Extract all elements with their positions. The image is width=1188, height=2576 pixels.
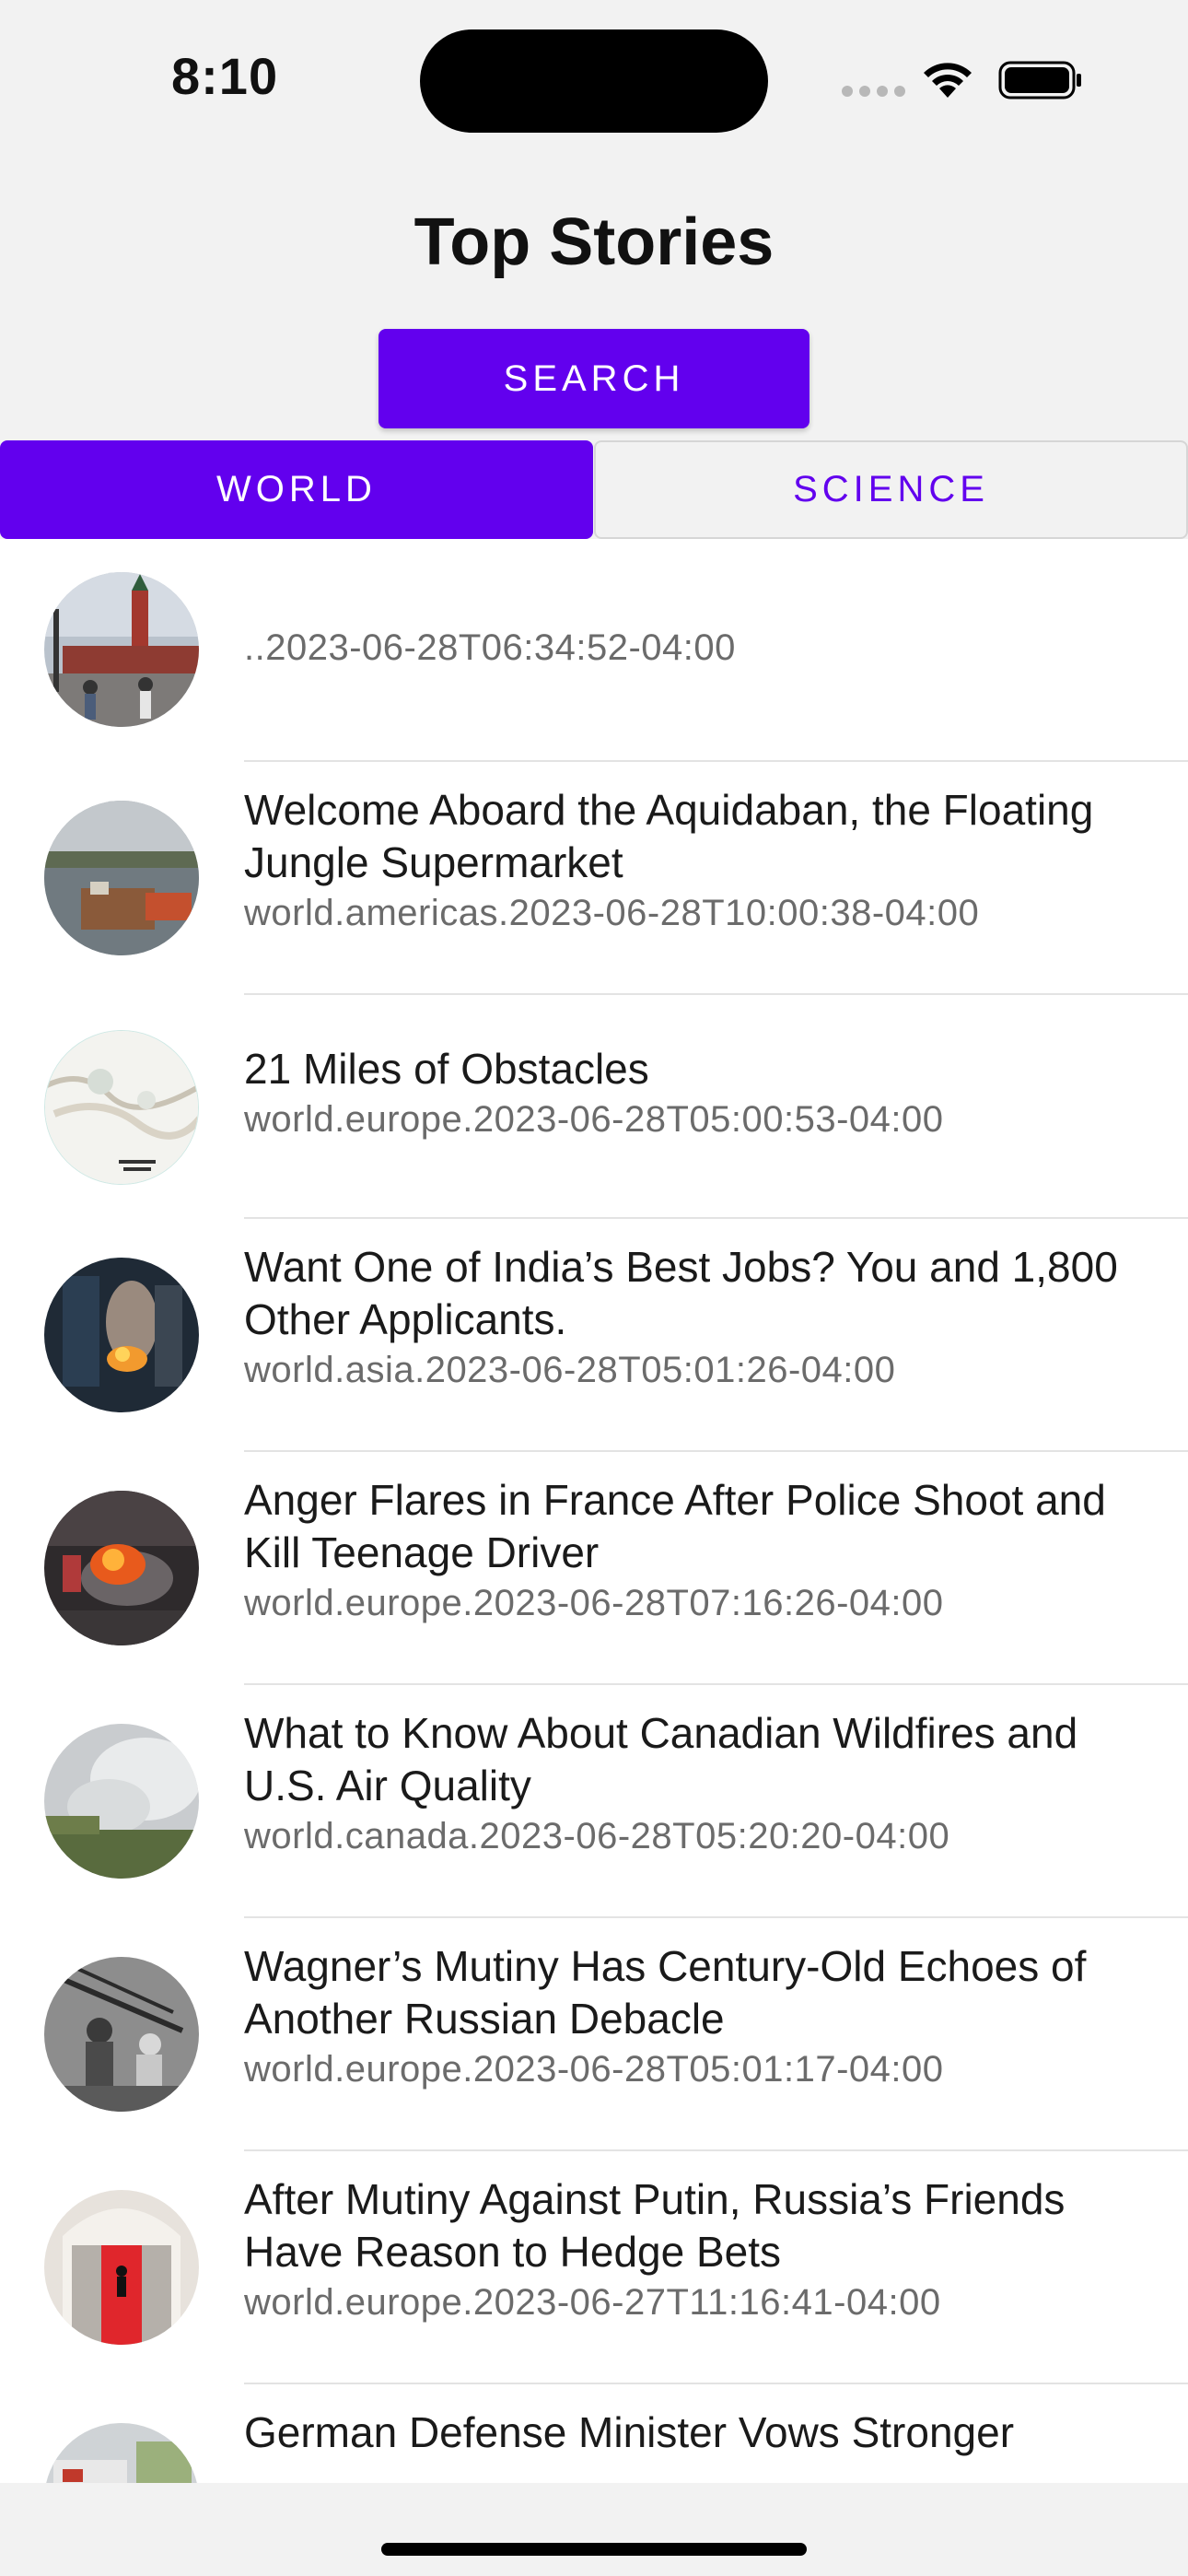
story-thumbnail: [44, 801, 199, 955]
story-thumbnail: [44, 2190, 199, 2345]
story-item[interactable]: Want One of India’s Best Jobs? You and 1…: [0, 1219, 1188, 1452]
story-item[interactable]: Welcome Aboard the Aquidaban, the Floati…: [0, 762, 1188, 995]
story-title: What to Know About Canadian Wildfires an…: [244, 1709, 1078, 1809]
tab-science[interactable]: SCIENCE: [594, 440, 1188, 539]
cellular-signal-icon: [842, 86, 906, 97]
story-title: After Mutiny Against Putin, Russia’s Fri…: [244, 2175, 1066, 2276]
story-thumbnail: [44, 2423, 199, 2483]
status-bar: 8:10: [0, 0, 1188, 157]
story-title: Wagner’s Mutiny Has Century-Old Echoes o…: [244, 1942, 1087, 2043]
battery-icon: [998, 61, 1081, 100]
story-meta: world.europe.2023-06-27T11:16:41-04:00: [244, 2282, 941, 2323]
home-indicator[interactable]: [381, 2543, 807, 2556]
story-meta: world.americas.2023-06-28T10:00:38-04:00: [244, 893, 980, 933]
story-meta: world.canada.2023-06-28T05:20:20-04:00: [244, 1816, 950, 1856]
story-title: 21 Miles of Obstacles: [244, 1045, 649, 1093]
story-thumbnail: [44, 572, 199, 727]
story-item[interactable]: ..2023-06-28T06:34:52-04:00: [0, 539, 1188, 762]
story-meta: world.europe.2023-06-28T07:16:26-04:00: [244, 1583, 944, 1623]
story-title: Anger Flares in France After Police Shoo…: [244, 1476, 1106, 1576]
story-title: Welcome Aboard the Aquidaban, the Floati…: [244, 786, 1094, 886]
story-item[interactable]: After Mutiny Against Putin, Russia’s Fri…: [0, 2151, 1188, 2384]
story-thumbnail: [44, 1724, 199, 1879]
search-button[interactable]: SEARCH: [379, 329, 809, 428]
story-title: German Defense Minister Vows Stronger: [244, 2408, 1015, 2456]
story-item[interactable]: What to Know About Canadian Wildfires an…: [0, 1685, 1188, 1918]
story-thumbnail: [44, 1030, 199, 1185]
page-title: Top Stories: [413, 205, 775, 279]
story-thumbnail: [44, 1258, 199, 1412]
story-list[interactable]: ..2023-06-28T06:34:52-04:00 Welcome Aboa…: [0, 539, 1188, 2483]
home-indicator-area: [0, 2483, 1188, 2576]
story-item[interactable]: 21 Miles of Obstacles world.europe.2023-…: [0, 995, 1188, 1219]
status-time: 8:10: [171, 47, 279, 105]
story-thumbnail: [44, 1491, 199, 1645]
wifi-icon: [924, 63, 972, 98]
dynamic-island: [420, 29, 768, 133]
category-tabs: WORLD SCIENCE: [0, 440, 1188, 539]
story-meta: world.asia.2023-06-28T05:01:26-04:00: [244, 1350, 896, 1390]
story-thumbnail: [44, 1957, 199, 2112]
story-item[interactable]: German Defense Minister Vows Stronger: [0, 2384, 1188, 2483]
story-meta: world.europe.2023-06-28T05:00:53-04:00: [244, 1099, 944, 1140]
story-meta: ..2023-06-28T06:34:52-04:00: [244, 627, 736, 668]
tab-world[interactable]: WORLD: [0, 440, 593, 539]
story-item[interactable]: Anger Flares in France After Police Shoo…: [0, 1452, 1188, 1685]
story-item[interactable]: Wagner’s Mutiny Has Century-Old Echoes o…: [0, 1918, 1188, 2151]
story-meta: world.europe.2023-06-28T05:01:17-04:00: [244, 2049, 944, 2090]
story-title: Want One of India’s Best Jobs? You and 1…: [244, 1243, 1118, 1343]
